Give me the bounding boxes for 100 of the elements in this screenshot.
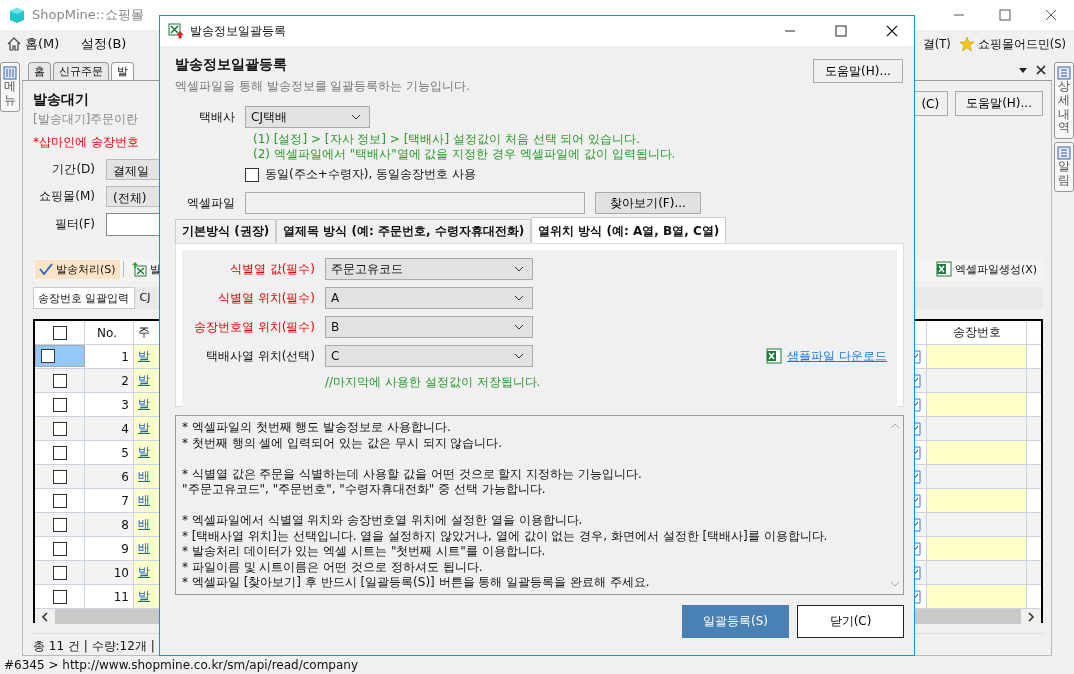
side-dock-tab[interactable]: 알림 xyxy=(1054,142,1074,192)
invoice-cell[interactable] xyxy=(927,345,1027,368)
tab[interactable]: 기본방식 (권장) xyxy=(175,219,277,243)
invoice-cell[interactable] xyxy=(927,441,1027,464)
row-checkbox[interactable] xyxy=(52,589,67,604)
order-link[interactable]: 배 xyxy=(138,540,150,557)
select-all-checkbox[interactable] xyxy=(52,325,67,340)
row-checkbox[interactable] xyxy=(52,541,67,556)
file-path-field[interactable] xyxy=(245,192,585,214)
order-link[interactable]: 배 xyxy=(138,468,150,485)
field-label: 식별열 값(필수) xyxy=(228,260,315,278)
order-link[interactable]: 배 xyxy=(138,516,150,533)
table-cell: 7 xyxy=(121,493,129,508)
order-link[interactable]: 발 xyxy=(138,396,150,413)
row-checkbox[interactable] xyxy=(52,493,67,508)
column-header: 송장번호 xyxy=(927,321,1027,344)
column-select[interactable]: C xyxy=(325,345,533,367)
spreadsheet-upload-icon xyxy=(168,23,184,39)
sub-tab[interactable]: 송장번호 일괄입력 xyxy=(33,287,135,309)
spreadsheet-upload-icon xyxy=(130,261,147,278)
carrier-select[interactable]: CJ택배 xyxy=(245,106,370,128)
document-tab[interactable]: 발 xyxy=(111,62,134,80)
dialog-button[interactable]: 일괄등록(S) xyxy=(682,605,789,638)
order-link[interactable]: 발 xyxy=(138,420,150,437)
toolbar-button[interactable]: 엑셀파일생성(X) xyxy=(931,259,1041,280)
close-icon[interactable] xyxy=(1036,65,1046,75)
row-checkbox[interactable] xyxy=(52,397,67,412)
panel-icon xyxy=(1057,146,1071,161)
column-header: No. xyxy=(85,321,134,344)
sub-tab[interactable]: CJ xyxy=(134,287,156,309)
browse-button[interactable]: 찾아보기(F)... xyxy=(595,192,701,214)
column-select[interactable]: A xyxy=(325,287,533,309)
dialog-subtitle: 엑셀파일을 통해 발송정보를 일괄등록하는 기능입니다. xyxy=(175,78,471,95)
dialog-title: 발송정보일괄등록 xyxy=(190,22,286,40)
hint-text: (1) [설정] > [자사 정보] > [택배사] 설정값이 처음 선택 되어 있습니다. xyxy=(253,132,641,147)
document-tab[interactable]: 신규주문 xyxy=(53,62,109,80)
invoice-cell[interactable] xyxy=(927,489,1027,512)
order-link[interactable]: 발 xyxy=(138,588,150,605)
filter-label: 쇼핑몰(M) xyxy=(38,188,95,205)
info-line: * 파일이름 및 시트이름은 어떤 것으로 정하셔도 됩니다. xyxy=(182,559,484,575)
document-tab[interactable]: 홈 xyxy=(28,62,51,80)
window-title: ShopMine::쇼핑몰 xyxy=(32,6,144,24)
menu-item[interactable]: 홈(M) xyxy=(25,35,60,53)
invoice-cell[interactable] xyxy=(927,537,1027,560)
sample-download-link[interactable]: 샘플파일 다운로드 xyxy=(787,347,887,365)
dropdown-icon[interactable] xyxy=(1018,65,1028,75)
toolbar-button[interactable]: 발송처리(S) xyxy=(35,259,120,279)
spreadsheet-icon xyxy=(766,348,783,364)
tab[interactable]: 열제목 방식 (예: 주문번호, 수령자휴대전화) xyxy=(276,219,532,243)
close-icon[interactable] xyxy=(886,25,898,37)
row-checkbox[interactable] xyxy=(52,421,67,436)
order-link[interactable]: 발 xyxy=(138,372,150,389)
info-line: * 엑셀파일에서 식별열 위치와 송장번호열 위치에 설정한 열을 이용합니다. xyxy=(182,513,584,529)
row-checkbox[interactable] xyxy=(52,445,67,460)
list-icon xyxy=(3,66,17,80)
close-icon[interactable] xyxy=(1045,9,1057,21)
dialog-heading: 발송정보일괄등록 xyxy=(175,56,288,74)
hint-text: //마지막에 사용한 설정값이 저장됩니다. xyxy=(325,374,542,391)
row-checkbox[interactable] xyxy=(52,565,67,580)
menu-item[interactable]: 결(T) xyxy=(922,36,951,52)
maximize-icon[interactable] xyxy=(999,9,1011,21)
order-link[interactable]: 배 xyxy=(138,492,150,509)
scroll-right-icon[interactable] xyxy=(1027,611,1035,622)
chevron-down-icon xyxy=(351,114,361,120)
field-label: 택배사 xyxy=(198,108,235,126)
order-link[interactable]: 발 xyxy=(138,444,150,461)
field-label: 엑셀파일 xyxy=(186,194,235,212)
scroll-left-icon[interactable] xyxy=(41,611,49,622)
menu-dock-tab[interactable]: 메뉴 xyxy=(0,62,20,112)
checkbox[interactable] xyxy=(245,167,259,182)
table-cell: 1 xyxy=(121,349,129,364)
table-cell: 4 xyxy=(121,421,129,436)
table-cell: 2 xyxy=(121,373,129,388)
page-button[interactable]: 도움말(H)... xyxy=(955,91,1043,116)
invoice-cell[interactable] xyxy=(927,393,1027,416)
info-line: * [택배사열 위치]는 선택입니다. 열을 설정하지 않았거나, 열에 값이 없는 경우, 화면에서 설정한 [택배사]를 이용합니다. xyxy=(182,528,829,544)
row-checkbox[interactable] xyxy=(52,517,67,532)
order-link[interactable]: 발 xyxy=(138,564,150,581)
table-cell: 8 xyxy=(121,517,129,532)
table-cell: 5 xyxy=(121,445,129,460)
help-button[interactable]: 도움말(H)... xyxy=(813,59,903,83)
dialog-button[interactable]: 닫기(C) xyxy=(797,605,904,638)
column-select[interactable]: 주문고유코드 xyxy=(325,258,533,280)
row-checkbox[interactable] xyxy=(52,469,67,484)
field-label: 택배사열 위치(선택) xyxy=(204,347,315,365)
menu-item[interactable]: 설정(B) xyxy=(81,35,127,53)
dock-label: 상세내역 xyxy=(1058,80,1070,136)
row-checkbox[interactable] xyxy=(41,349,55,363)
side-dock-tab[interactable]: 상세내역 xyxy=(1054,62,1074,140)
table-cell: 6 xyxy=(121,469,129,484)
invoice-cell[interactable] xyxy=(927,585,1027,608)
star-icon xyxy=(958,36,975,52)
maximize-icon[interactable] xyxy=(835,25,847,37)
dock-label: 메뉴 xyxy=(4,80,16,108)
column-select[interactable]: B xyxy=(325,316,533,338)
menu-item[interactable]: 쇼핑몰어드민(S) xyxy=(977,36,1066,52)
order-link[interactable]: 발 xyxy=(138,348,150,365)
row-checkbox[interactable] xyxy=(52,373,67,388)
home-icon xyxy=(6,36,22,52)
tab[interactable]: 열위치 방식 (예: A열, B열, C열) xyxy=(531,217,727,243)
